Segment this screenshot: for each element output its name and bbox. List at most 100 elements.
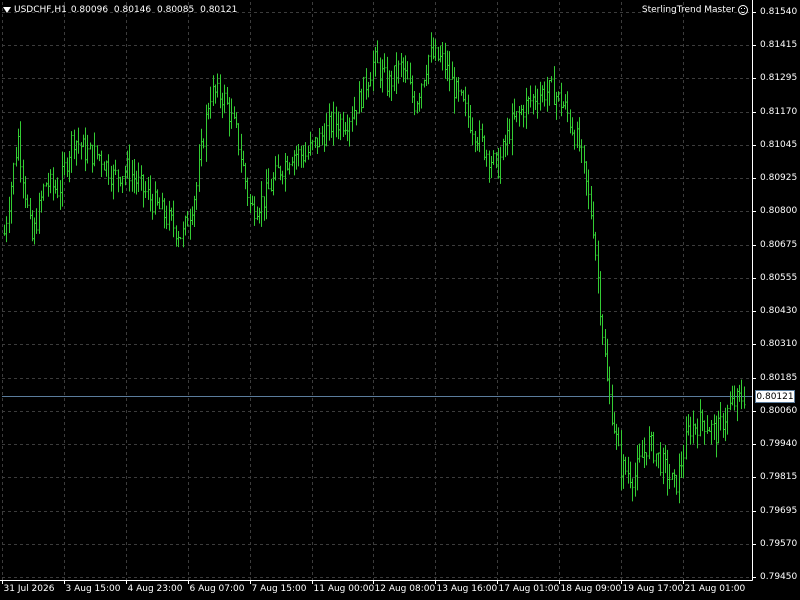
price-tick-label: 0.80555: [760, 272, 798, 283]
ohlc-readout: 0.80096 0.80146 0.80085 0.80121: [71, 5, 241, 15]
price-chart[interactable]: [0, 0, 800, 600]
ohlc-bar: [209, 86, 212, 119]
ohlc-bar: [390, 70, 393, 101]
ohlc-bar: [478, 120, 481, 153]
ohlc-bar: [722, 412, 725, 438]
ohlc-bar: [631, 478, 634, 502]
ohlc-bar: [659, 442, 662, 476]
ohlc-bar: [277, 154, 280, 169]
chevron-down-icon[interactable]: [3, 7, 11, 13]
ohlc-bar: [685, 416, 688, 460]
ohlc-bar: [8, 196, 11, 233]
price-tick-label: 0.79815: [760, 471, 798, 482]
ohlc-bar: [719, 402, 722, 431]
expert-advisor-label[interactable]: SterlingTrend Master: [642, 3, 748, 17]
time-tick-label: 11 Aug 00:00: [313, 584, 375, 594]
ohlc-bar: [606, 338, 609, 382]
price-tick-label: 0.79570: [760, 538, 798, 549]
ohlc-bar: [52, 167, 55, 201]
ohlc-bar: [286, 155, 289, 171]
chart-window[interactable]: USDCHF,H1 0.80096 0.80146 0.80085 0.8012…: [0, 0, 800, 600]
ohlc-bar: [608, 366, 611, 405]
ohlc-bar: [444, 42, 447, 79]
low-value: 0.80085: [157, 5, 195, 15]
ohlc-bar: [624, 456, 627, 475]
ohlc-bar: [736, 388, 739, 422]
price-tick-label: 0.81415: [760, 39, 798, 50]
ohlc-bar: [35, 208, 38, 234]
ohlc-bar: [348, 117, 351, 147]
ohlc-bar: [168, 200, 171, 231]
ohlc-bar: [198, 144, 201, 192]
price-tick-label: 0.79450: [760, 571, 798, 582]
symbol-timeframe: USDCHF,H1: [14, 5, 67, 15]
ohlc-bar: [242, 150, 245, 167]
ohlc-bar: [613, 412, 616, 434]
ohlc-bar: [580, 139, 583, 163]
ohlc-bar: [114, 159, 117, 175]
ohlc-bar: [715, 415, 718, 458]
ohlc-bar: [657, 452, 660, 469]
ohlc-bar: [133, 159, 136, 194]
ohlc-bar: [96, 145, 99, 160]
ohlc-bar: [520, 104, 523, 116]
ohlc-bar: [687, 414, 690, 436]
ohlc-bar: [214, 84, 217, 104]
ohlc-bar: [536, 88, 539, 119]
ohlc-bar: [10, 181, 13, 224]
time-tick-label: 3 Aug 15:00: [65, 584, 121, 594]
ohlc-bar: [328, 103, 331, 141]
ohlc-bar: [154, 181, 157, 215]
ohlc-bar: [671, 472, 674, 480]
ohlc-bar: [383, 53, 386, 73]
smiley-face-icon[interactable]: [738, 5, 748, 15]
ohlc-bar: [453, 67, 456, 114]
ohlc-bar: [182, 221, 185, 248]
ohlc-bar: [246, 177, 249, 206]
ohlc-bar: [553, 66, 556, 105]
ohlc-bar: [694, 423, 697, 435]
ohlc-bar: [437, 46, 440, 62]
ohlc-bar: [578, 117, 581, 152]
ohlc-bar: [713, 414, 716, 440]
ohlc-bar: [200, 128, 203, 167]
ohlc-bar: [617, 427, 620, 447]
ohlc-bar: [483, 135, 486, 161]
ohlc-bar: [144, 181, 147, 199]
ohlc-bar: [645, 452, 648, 466]
ohlc-bar: [105, 160, 108, 177]
ohlc-bar: [474, 130, 477, 153]
ohlc-bar: [156, 189, 159, 206]
ohlc-bar: [513, 98, 516, 120]
ohlc-bar: [518, 106, 521, 127]
ohlc-bar: [228, 97, 231, 137]
ohlc-bar: [729, 391, 732, 411]
ohlc-bar: [311, 139, 314, 151]
ohlc-bar: [270, 178, 273, 192]
time-tick-label: 13 Aug 16:00: [436, 584, 498, 594]
ohlc-bar: [488, 150, 491, 183]
ohlc-bar: [664, 444, 667, 474]
ohlc-bar: [506, 117, 509, 156]
ohlc-bar: [620, 430, 623, 491]
ohlc-bar: [15, 146, 18, 167]
ohlc-bar: [251, 195, 254, 206]
ohlc-bar: [137, 162, 140, 192]
ohlc-bar: [119, 176, 122, 187]
ohlc-bar: [532, 93, 535, 115]
ohlc-bar: [416, 101, 419, 114]
price-axis-frame: [0, 0, 756, 584]
ohlc-bar: [594, 231, 597, 261]
ohlc-bar: [372, 50, 375, 92]
ohlc-bar: [318, 128, 321, 148]
ohlc-bar: [615, 423, 618, 450]
ohlc-bar: [142, 174, 145, 208]
ohlc-bar: [63, 152, 66, 176]
ohlc-bar: [103, 161, 106, 171]
ohlc-bar: [562, 101, 565, 109]
ohlc-bar: [534, 85, 537, 111]
ohlc-bar: [522, 104, 525, 128]
ohlc-bar: [128, 144, 131, 192]
ohlc-bar: [42, 183, 45, 201]
ohlc-bar: [409, 62, 412, 85]
